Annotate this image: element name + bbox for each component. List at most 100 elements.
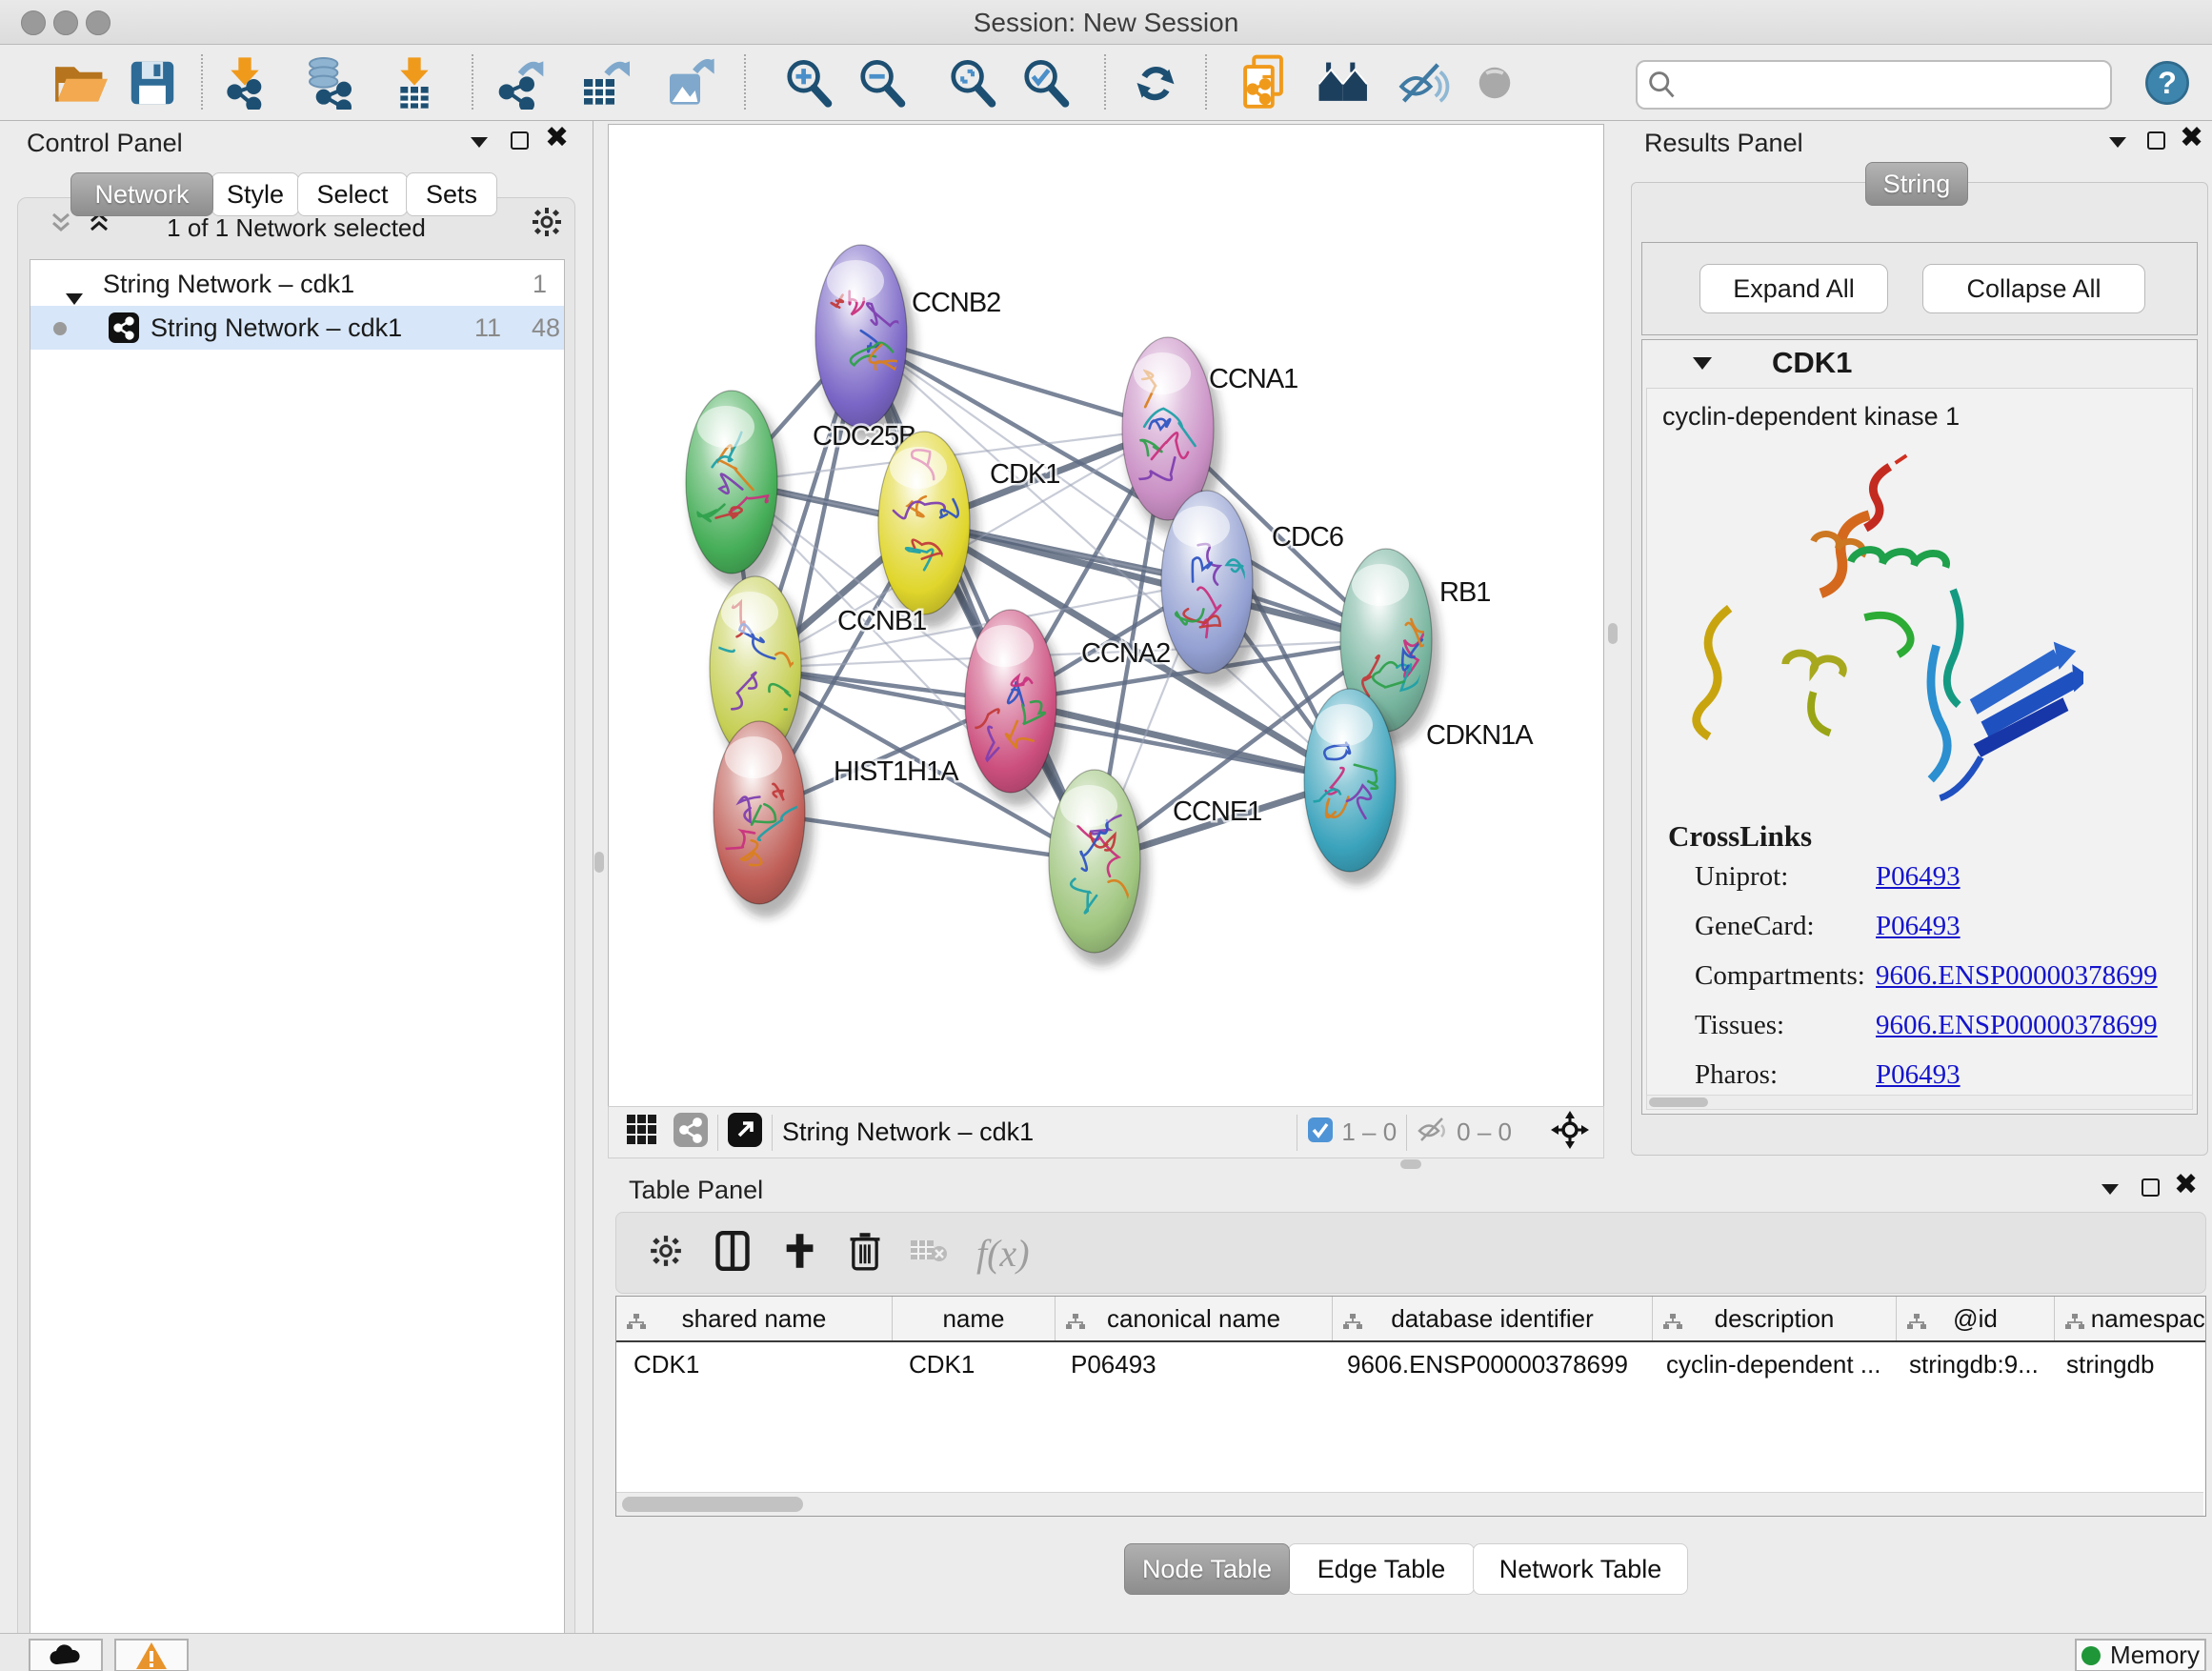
- horizontal-splitter-handle[interactable]: [1400, 1159, 1421, 1169]
- node-HIST1H1A[interactable]: HIST1H1A: [714, 721, 959, 917]
- cell-canonical-name[interactable]: P06493: [1054, 1342, 1330, 1386]
- tab-sets[interactable]: Sets: [406, 172, 497, 216]
- column-header-namespace[interactable]: namespace: [2055, 1297, 2206, 1340]
- panel-float-icon[interactable]: [2142, 1178, 2160, 1197]
- create-column-plus-icon[interactable]: [782, 1232, 816, 1275]
- expand-collapse-box: Expand All Collapse All: [1641, 242, 2198, 335]
- expand-all-button[interactable]: Expand All: [1699, 264, 1888, 313]
- vertical-splitter-handle[interactable]: [1608, 623, 1618, 644]
- cloud-status-button[interactable]: [29, 1639, 103, 1671]
- selected-checkbox-icon[interactable]: [1307, 1117, 1334, 1148]
- open-session-button[interactable]: [48, 52, 114, 113]
- import-network-database-button[interactable]: [295, 52, 362, 113]
- cell--id[interactable]: stringdb:9...: [1892, 1342, 2049, 1386]
- import-network-clipboard-button[interactable]: [1232, 52, 1298, 113]
- shared-column-icon: [1342, 1309, 1363, 1339]
- delete-column-trash-icon[interactable]: [849, 1231, 881, 1276]
- string-network-graph[interactable]: CCNB2CCNA1CDC25BCDK1CDC6RB1CCNB1CCNA2CDK…: [609, 125, 1603, 1106]
- tab-style[interactable]: Style: [211, 172, 299, 216]
- network-row-selected[interactable]: String Network – cdk1 11 48: [30, 306, 564, 350]
- show-columns-icon[interactable]: [715, 1231, 750, 1276]
- panel-close-icon[interactable]: ✖: [2180, 129, 2203, 148]
- panel-menu-icon[interactable]: [2100, 1181, 2121, 1201]
- gene-section-header[interactable]: CDK1: [1642, 340, 2197, 386]
- panel-close-icon[interactable]: ✖: [545, 129, 569, 148]
- crosslink-label: Uniprot:: [1695, 861, 1788, 893]
- memory-button[interactable]: Memory: [2075, 1639, 2206, 1671]
- string-home-button[interactable]: [1311, 52, 1377, 113]
- section-collapse-icon[interactable]: [1692, 355, 1713, 376]
- string-results-container: Expand All Collapse All CDK1 cyclin-depe…: [1631, 182, 2208, 1156]
- apply-layout-button[interactable]: [1122, 52, 1189, 113]
- export-table-button[interactable]: [570, 52, 636, 113]
- scrollbar-thumb[interactable]: [1649, 1097, 1708, 1107]
- cell-name[interactable]: CDK1: [892, 1342, 1054, 1386]
- export-network-button[interactable]: [486, 52, 553, 113]
- crosslink-link[interactable]: P06493: [1876, 911, 1961, 942]
- pan-crosshair-icon[interactable]: [1550, 1110, 1590, 1155]
- show-all-button[interactable]: [1461, 52, 1528, 113]
- column-header-label: namespace: [2091, 1304, 2206, 1334]
- column-header--id[interactable]: @id: [1897, 1297, 2055, 1340]
- network-selection-status: 1 of 1 Network selected: [18, 213, 574, 243]
- tab-node-table[interactable]: Node Table: [1124, 1543, 1290, 1595]
- cell-database-identifier[interactable]: 9606.ENSP00000378699: [1330, 1342, 1649, 1386]
- search-field[interactable]: [1636, 60, 2112, 110]
- gene-section-body: cyclin-dependent kinase 1: [1646, 388, 2193, 1110]
- hide-selected-button[interactable]: [1390, 52, 1457, 113]
- warnings-button[interactable]: [114, 1639, 189, 1671]
- column-header-database-identifier[interactable]: database identifier: [1333, 1297, 1653, 1340]
- tab-network[interactable]: Network: [70, 172, 213, 216]
- export-image-button[interactable]: [655, 52, 722, 113]
- network-options-gear-icon[interactable]: [531, 206, 563, 243]
- cell-namespace[interactable]: stringdb: [2049, 1342, 2206, 1386]
- network-collection-row[interactable]: String Network – cdk1 1: [30, 262, 564, 306]
- column-header-name[interactable]: name: [893, 1297, 1056, 1340]
- node-CCNB2[interactable]: CCNB2: [815, 245, 1000, 441]
- panel-float-icon[interactable]: [511, 131, 529, 150]
- save-session-button[interactable]: [119, 52, 186, 113]
- tab-edge-table[interactable]: Edge Table: [1288, 1543, 1475, 1595]
- import-network-file-button[interactable]: [211, 52, 278, 113]
- crosslink-link[interactable]: 9606.ENSP00000378699: [1876, 960, 2158, 992]
- vertical-splitter-handle[interactable]: [594, 852, 604, 873]
- zoom-in-button[interactable]: [775, 52, 842, 113]
- node-CCNA2[interactable]: CCNA2: [960, 610, 1170, 806]
- crosslink-link[interactable]: P06493: [1876, 1059, 1961, 1091]
- zoom-selected-button[interactable]: [1013, 52, 1079, 113]
- tab-select[interactable]: Select: [297, 172, 408, 216]
- network-canvas[interactable]: CCNB2CCNA1CDC25BCDK1CDC6RB1CCNB1CCNA2CDK…: [608, 124, 1604, 1107]
- crosslink-link[interactable]: P06493: [1876, 861, 1961, 893]
- import-table-file-button[interactable]: [381, 52, 448, 113]
- column-header-description[interactable]: description: [1653, 1297, 1897, 1340]
- column-header-shared-name[interactable]: shared name: [616, 1297, 893, 1340]
- help-button[interactable]: ?: [2134, 52, 2201, 113]
- toolbar-separator: [744, 54, 746, 110]
- birdseye-grid-icon[interactable]: [626, 1114, 658, 1151]
- export-view-icon[interactable]: [728, 1113, 762, 1152]
- table-horizontal-scrollbar[interactable]: [616, 1492, 2203, 1516]
- scrollbar-thumb[interactable]: [622, 1497, 803, 1512]
- panel-menu-icon[interactable]: [2107, 134, 2128, 154]
- zoom-fit-button[interactable]: [939, 52, 1006, 113]
- tab-network-table[interactable]: Network Table: [1473, 1543, 1688, 1595]
- crosslink-link[interactable]: 9606.ENSP00000378699: [1876, 1010, 2158, 1041]
- panel-float-icon[interactable]: [2147, 131, 2165, 150]
- zoom-out-button[interactable]: [849, 52, 915, 113]
- node-CCNE1[interactable]: CCNE1: [1049, 770, 1261, 966]
- table-row[interactable]: CDK1CDK1P064939606.ENSP00000378699cyclin…: [616, 1342, 2206, 1386]
- cell-description[interactable]: cyclin-dependent ...: [1649, 1342, 1892, 1386]
- collapse-all-button[interactable]: Collapse All: [1922, 264, 2145, 313]
- node-CDC6[interactable]: CDC6: [1161, 491, 1343, 687]
- column-header-canonical-name[interactable]: canonical name: [1056, 1297, 1333, 1340]
- results-horizontal-scrollbar[interactable]: [1646, 1095, 2193, 1110]
- tab-string[interactable]: String: [1865, 162, 1968, 206]
- node-table[interactable]: shared namenamecanonical namedatabase id…: [615, 1296, 2206, 1517]
- table-settings-gear-icon[interactable]: [649, 1234, 683, 1273]
- panel-close-icon[interactable]: ✖: [2174, 1176, 2198, 1195]
- panel-menu-icon[interactable]: [469, 134, 490, 154]
- cell-shared-name[interactable]: CDK1: [616, 1342, 892, 1386]
- search-input[interactable]: [1685, 70, 2110, 101]
- network-share-icon[interactable]: [674, 1113, 708, 1152]
- hidden-eye-icon[interactable]: [1417, 1116, 1449, 1149]
